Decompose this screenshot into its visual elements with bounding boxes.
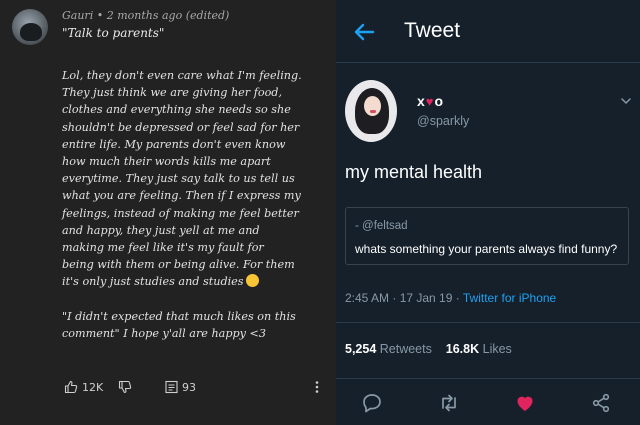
comment-body: Lol, they don't even care what I'm feeli… (62, 67, 328, 342)
back-arrow-icon[interactable] (352, 20, 376, 44)
weary-face-emoji-icon (245, 274, 259, 288)
thumbs-down-icon (118, 380, 132, 394)
like-button[interactable]: 12K (64, 380, 103, 394)
tweet-stats: 5,254 Retweets 16.8K Likes (345, 342, 512, 356)
comment-author[interactable]: Gauri (62, 9, 93, 22)
tweet-time: 2:45 AM · 17 Jan 19 · (345, 291, 463, 305)
likes-count: 16.8K (445, 342, 480, 356)
author-avatar[interactable] (345, 80, 397, 142)
chevron-down-icon[interactable] (621, 97, 631, 105)
quoted-text: whats something your parents always find… (355, 242, 618, 256)
comment-icon (165, 380, 178, 394)
likes-label: Likes (479, 342, 512, 356)
dislike-button[interactable] (118, 380, 132, 394)
comment-panel: Gauri • 2 months ago (edited) "Talk to p… (0, 0, 336, 425)
divider (336, 378, 640, 379)
reply-count: 93 (182, 380, 196, 394)
quoted-handle: - @feltsad (355, 220, 408, 232)
tweet-text: my mental health (345, 162, 483, 182)
commenter-avatar[interactable] (12, 9, 48, 45)
likes-stat[interactable]: 16.8K Likes (446, 342, 512, 356)
comment-quote: "Talk to parents" (62, 26, 165, 40)
comment-line: clothes and everything she needs so she (62, 103, 291, 117)
author-display-name[interactable]: x ♥ o (417, 93, 443, 109)
meta-separator: • (96, 9, 104, 22)
comment-line: being with them or being alive. For them (62, 258, 295, 272)
comment-line: "I didn't expected that much likes on th… (62, 309, 296, 323)
share-icon[interactable] (590, 392, 612, 414)
page-title: Tweet (404, 19, 461, 42)
divider (336, 322, 640, 323)
retweets-label: Retweets (376, 342, 432, 356)
comment-line: comment" I hope y'all are happy <3 (62, 326, 267, 340)
reply-icon[interactable] (361, 392, 383, 414)
tweet-header: Tweet (336, 0, 640, 63)
comment-line-text: it's only just studies and studies (62, 275, 244, 289)
heart-emoji-icon: ♥ (425, 93, 434, 109)
comment-line: everytime. They just say talk to us tell… (62, 172, 295, 186)
comment-line: Lol, they don't even care what I'm feeli… (62, 69, 302, 82)
like-count: 12K (82, 380, 104, 394)
display-name-part: x (417, 93, 425, 109)
comment-line: entire life. My parents don't even know (62, 137, 286, 151)
comment-actions: 12K 93 (62, 380, 330, 398)
comment-meta: Gauri • 2 months ago (edited) (62, 9, 229, 22)
comment-line: They just think we are giving her food, (62, 86, 283, 100)
comment-line: feelings, instead of making me feel bett… (62, 206, 299, 220)
comment-line: making me feel like it's my fault for (62, 241, 264, 255)
thumbs-up-icon (64, 380, 78, 394)
retweets-stat[interactable]: 5,254 Retweets (345, 342, 432, 356)
comment-age: 2 months ago (edited) (106, 9, 230, 22)
more-vertical-icon (315, 381, 319, 393)
retweet-icon[interactable] (438, 392, 460, 414)
reply-button[interactable]: 93 (165, 380, 196, 394)
comment-menu-button[interactable] (315, 380, 319, 394)
comment-line: shouldn't be depressed or feel sad for h… (62, 120, 300, 134)
retweets-count: 5,254 (345, 342, 377, 356)
comment-line: and happy, they just yell at me and (62, 223, 260, 237)
display-name-part: o (434, 93, 444, 109)
comment-line: it's only just studies and studies (62, 273, 328, 290)
tweet-panel: Tweet x ♥ o @sparkly my mental health - … (336, 0, 640, 425)
like-heart-icon[interactable] (514, 392, 536, 414)
tweet-client-link[interactable]: Twitter for iPhone (463, 291, 556, 305)
author-handle[interactable]: @sparkly (417, 114, 469, 128)
tweet-timestamp: 2:45 AM · 17 Jan 19 · Twitter for iPhone (345, 291, 556, 305)
comment-line: how much their words kills me apart (62, 155, 271, 169)
comment-line: what you are feeling. Then if I express … (62, 189, 301, 203)
tweet-actions (336, 392, 640, 418)
quoted-tweet-card[interactable]: - @feltsad whats something your parents … (345, 207, 629, 265)
